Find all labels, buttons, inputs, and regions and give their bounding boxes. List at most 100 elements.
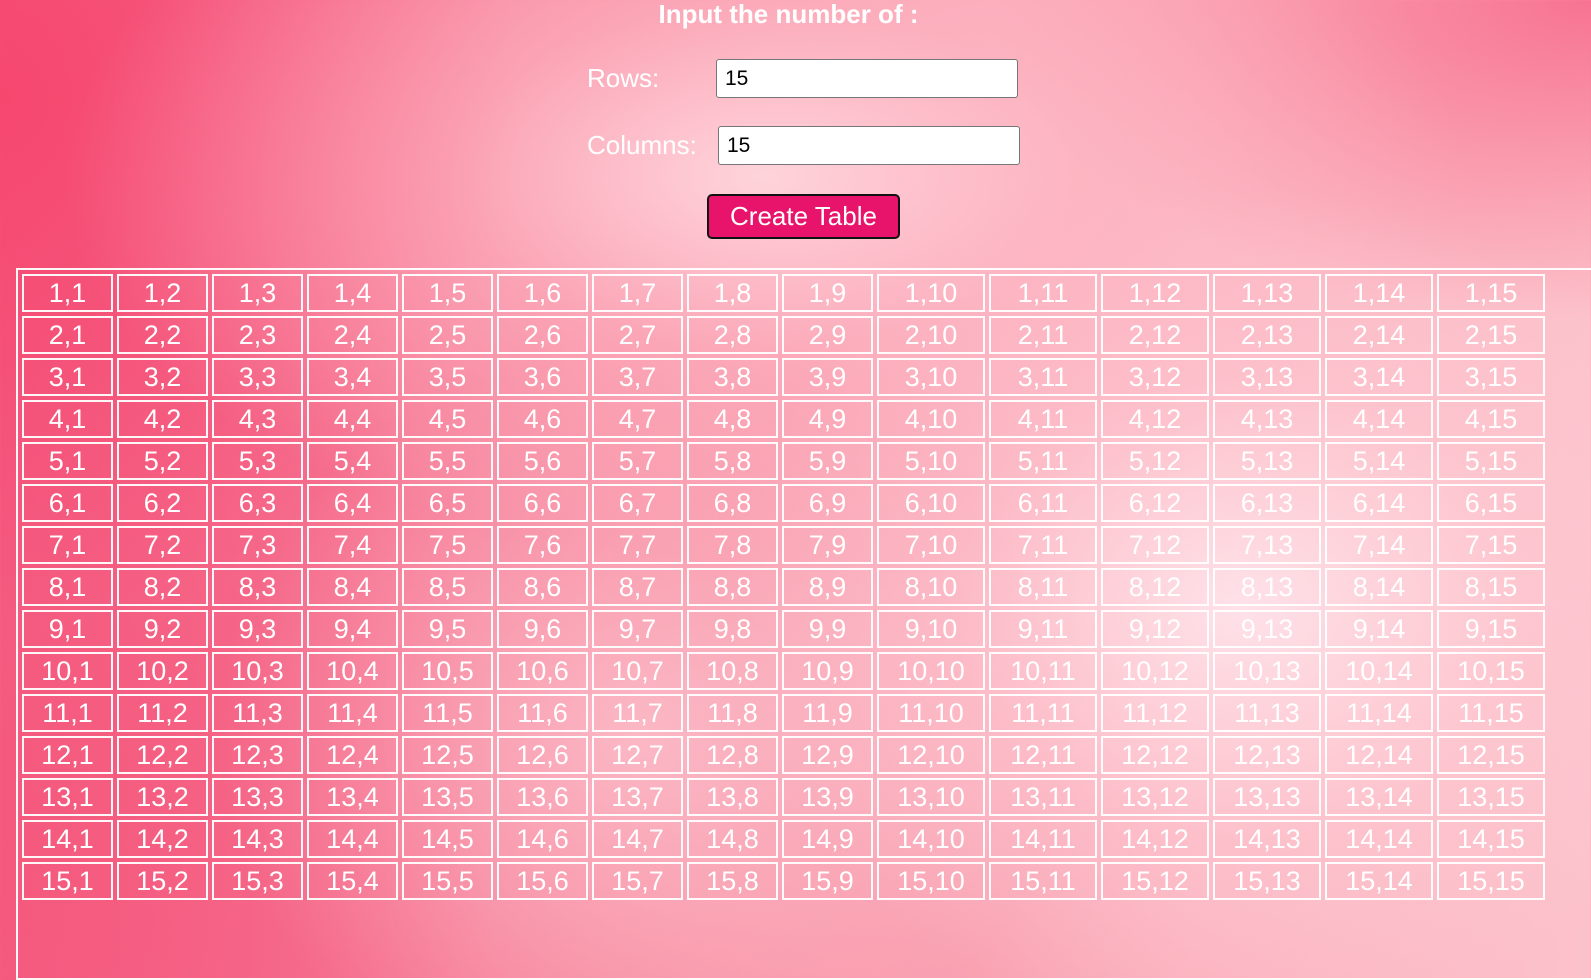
table-cell: 6,9 (782, 484, 873, 522)
rows-input[interactable] (716, 59, 1018, 98)
table-cell: 11,1 (22, 694, 113, 732)
table-row: 2,1 2,2 2,3 2,4 2,5 2,6 2,7 2,8 2,9 2,10 2,11 2,12 2… (22, 316, 1545, 354)
table-cell: 1,7 (592, 274, 683, 312)
table-cell: 2,8 (687, 316, 778, 354)
table-cell: 5,10 (877, 442, 985, 480)
table-cell: 12,7 (592, 736, 683, 774)
table-cell: 8,10 (877, 568, 985, 606)
form-title-text: Input the number of : (658, 0, 919, 29)
table-cell: 4,15 (1437, 400, 1545, 438)
table-cell: 4,8 (687, 400, 778, 438)
table-cell: 5,9 (782, 442, 873, 480)
table-cell: 4,5 (402, 400, 493, 438)
table-cell: 9,13 (1213, 610, 1321, 648)
table-cell: 5,13 (1213, 442, 1321, 480)
table-cell: 15,2 (117, 862, 208, 900)
table-cell: 3,1 (22, 358, 113, 396)
table-cell: 7,8 (687, 526, 778, 564)
table-cell: 3,10 (877, 358, 985, 396)
table-cell: 7,3 (212, 526, 303, 564)
columns-field-row: Columns: (587, 126, 1020, 165)
table-cell: 10,4 (307, 652, 398, 690)
table-cell: 13,10 (877, 778, 985, 816)
table-cell: 5,1 (22, 442, 113, 480)
table-cell: 5,12 (1101, 442, 1209, 480)
table-cell: 2,2 (117, 316, 208, 354)
table-row: 14,1 14,2 14,3 14,4 14,5 14,6 14,7 14,8 14,9 14,1… (22, 820, 1545, 858)
table-cell: 5,7 (592, 442, 683, 480)
table-cell: 1,14 (1325, 274, 1433, 312)
table-cell: 5,15 (1437, 442, 1545, 480)
table-cell: 13,5 (402, 778, 493, 816)
table-cell: 15,6 (497, 862, 588, 900)
table-cell: 10,8 (687, 652, 778, 690)
table-cell: 2,10 (877, 316, 985, 354)
table-cell: 15,1 (22, 862, 113, 900)
generated-table-container: 1,1 1,2 1,3 1,4 1,5 1,6 1,7 1,8 1,9 1,10 1,11 1,12 1… (16, 268, 1591, 980)
table-cell: 6,12 (1101, 484, 1209, 522)
table-cell: 9,5 (402, 610, 493, 648)
table-cell: 11,4 (307, 694, 398, 732)
table-cell: 11,14 (1325, 694, 1433, 732)
table-row: 15,1 15,2 15,3 15,4 15,5 15,6 15,7 15,8 15,9 15,1… (22, 862, 1545, 900)
table-cell: 14,9 (782, 820, 873, 858)
table-cell: 1,15 (1437, 274, 1545, 312)
table-cell: 8,7 (592, 568, 683, 606)
table-cell: 14,14 (1325, 820, 1433, 858)
columns-input[interactable] (718, 126, 1020, 165)
table-cell: 1,13 (1213, 274, 1321, 312)
table-row: 3,1 3,2 3,3 3,4 3,5 3,6 3,7 3,8 3,9 3,10 3,11 3,12 3… (22, 358, 1545, 396)
table-cell: 3,8 (687, 358, 778, 396)
table-cell: 3,15 (1437, 358, 1545, 396)
rows-field-row: Rows: (587, 59, 1018, 98)
table-body: 1,1 1,2 1,3 1,4 1,5 1,6 1,7 1,8 1,9 1,10 1,11 1,12 1… (22, 274, 1545, 900)
table-cell: 8,15 (1437, 568, 1545, 606)
table-cell: 7,14 (1325, 526, 1433, 564)
table-cell: 14,10 (877, 820, 985, 858)
table-cell: 3,14 (1325, 358, 1433, 396)
table-cell: 14,15 (1437, 820, 1545, 858)
table-cell: 12,1 (22, 736, 113, 774)
table-cell: 13,13 (1213, 778, 1321, 816)
table-cell: 12,8 (687, 736, 778, 774)
create-table-button[interactable]: Create Table (707, 194, 900, 239)
table-cell: 13,15 (1437, 778, 1545, 816)
table-cell: 8,13 (1213, 568, 1321, 606)
table-cell: 2,1 (22, 316, 113, 354)
table-cell: 13,9 (782, 778, 873, 816)
table-cell: 5,14 (1325, 442, 1433, 480)
table-cell: 14,4 (307, 820, 398, 858)
table-cell: 14,8 (687, 820, 778, 858)
table-cell: 14,13 (1213, 820, 1321, 858)
table-row: 12,1 12,2 12,3 12,4 12,5 12,6 12,7 12,8 12,9 12,1… (22, 736, 1545, 774)
table-cell: 15,8 (687, 862, 778, 900)
table-cell: 2,12 (1101, 316, 1209, 354)
table-cell: 9,11 (989, 610, 1097, 648)
table-cell: 12,14 (1325, 736, 1433, 774)
table-cell: 3,4 (307, 358, 398, 396)
table-cell: 6,8 (687, 484, 778, 522)
table-cell: 4,9 (782, 400, 873, 438)
table-cell: 9,7 (592, 610, 683, 648)
table-cell: 7,13 (1213, 526, 1321, 564)
table-cell: 8,1 (22, 568, 113, 606)
table-cell: 4,2 (117, 400, 208, 438)
table-cell: 13,14 (1325, 778, 1433, 816)
table-cell: 1,3 (212, 274, 303, 312)
table-cell: 7,10 (877, 526, 985, 564)
table-cell: 7,1 (22, 526, 113, 564)
generated-table: 1,1 1,2 1,3 1,4 1,5 1,6 1,7 1,8 1,9 1,10 1,11 1,12 1… (18, 270, 1549, 904)
table-cell: 10,6 (497, 652, 588, 690)
table-cell: 5,4 (307, 442, 398, 480)
table-cell: 13,6 (497, 778, 588, 816)
table-cell: 15,15 (1437, 862, 1545, 900)
table-cell: 14,6 (497, 820, 588, 858)
table-cell: 3,3 (212, 358, 303, 396)
rows-label: Rows: (587, 63, 660, 93)
table-cell: 4,1 (22, 400, 113, 438)
table-cell: 3,13 (1213, 358, 1321, 396)
table-cell: 1,9 (782, 274, 873, 312)
table-cell: 13,4 (307, 778, 398, 816)
table-cell: 11,2 (117, 694, 208, 732)
table-cell: 9,12 (1101, 610, 1209, 648)
